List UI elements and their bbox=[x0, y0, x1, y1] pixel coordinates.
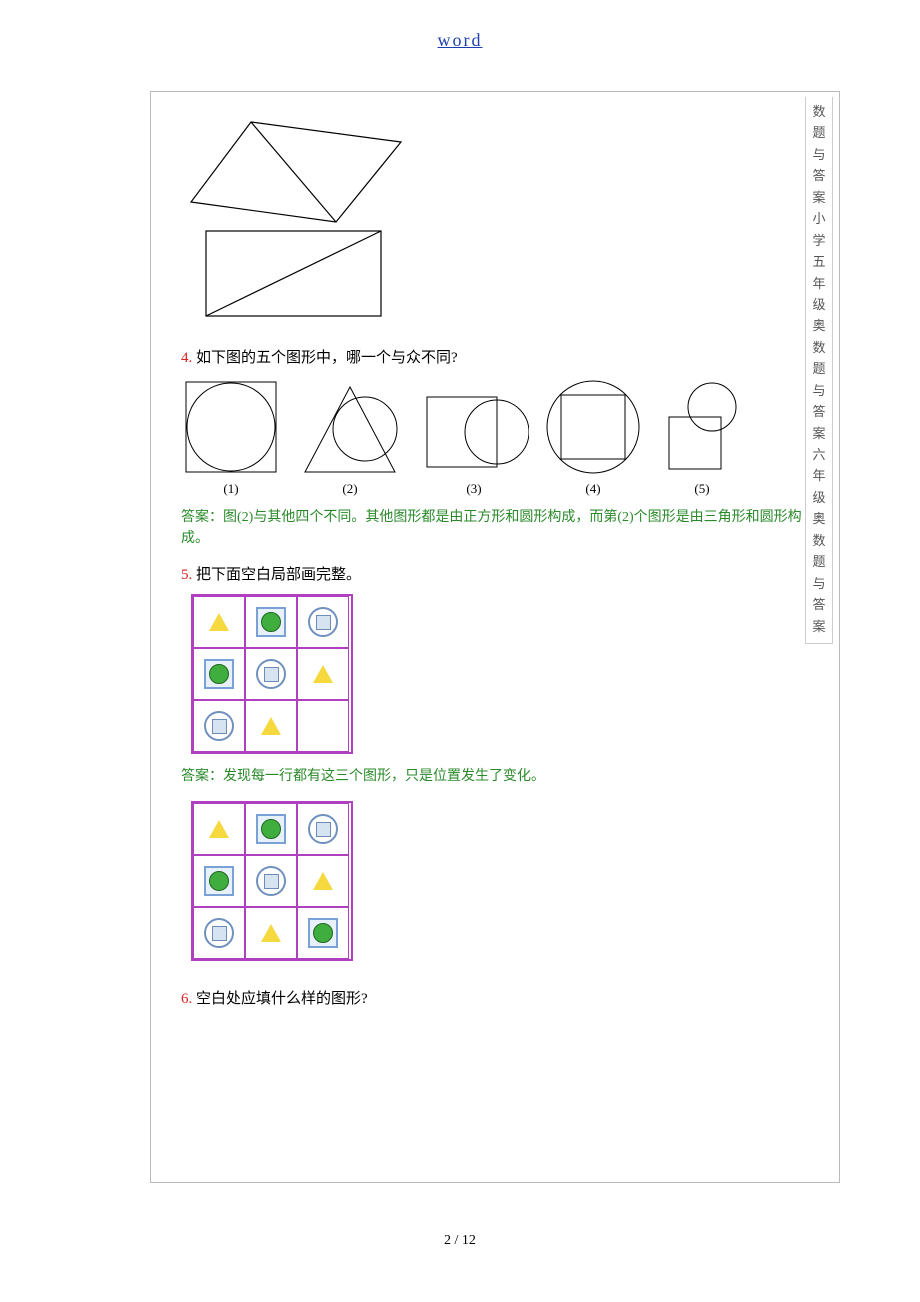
triangle-icon bbox=[209, 820, 229, 838]
q6-text: 空白处应填什么样的图形? bbox=[196, 991, 368, 1007]
circle-square-icon bbox=[308, 814, 338, 844]
q4-figure-row: (1) (2) (3) (4 bbox=[181, 377, 829, 497]
q4-label-3: (3) bbox=[419, 481, 529, 497]
square-circle-icon bbox=[204, 659, 234, 689]
square-half-circle-icon bbox=[419, 387, 529, 477]
header-word-link[interactable]: word bbox=[0, 30, 920, 51]
q5-number: 5. bbox=[181, 567, 192, 583]
triangle-icon bbox=[261, 717, 281, 735]
circle-over-square-icon bbox=[657, 377, 747, 477]
grid-cell bbox=[297, 855, 349, 907]
rectangle-diagonal-icon bbox=[201, 226, 391, 326]
q5-grid-complete bbox=[191, 801, 353, 961]
q4-fig-2: (2) bbox=[295, 377, 405, 497]
q4-label-1: (1) bbox=[181, 481, 281, 497]
q4-fig-5: (5) bbox=[657, 377, 747, 497]
grid-cell bbox=[245, 596, 297, 648]
question-5: 5. 把下面空白局部画完整。 bbox=[181, 563, 829, 584]
q4-label-4: (4) bbox=[543, 481, 643, 497]
grid-cell bbox=[245, 803, 297, 855]
grid-cell bbox=[245, 855, 297, 907]
grid-cell-blank bbox=[297, 700, 349, 752]
circle-square-icon bbox=[308, 607, 338, 637]
grid-cell bbox=[193, 803, 245, 855]
circle-inscribed-square-icon bbox=[543, 377, 643, 477]
grid-cell bbox=[297, 596, 349, 648]
question-4: 4. 如下图的五个图形中，哪一个与众不同? bbox=[181, 346, 829, 367]
q4-fig-3: (3) bbox=[419, 387, 529, 497]
q4-number: 4. bbox=[181, 350, 192, 366]
q4-fig-4: (4) bbox=[543, 377, 643, 497]
q4-fig-1: (1) bbox=[181, 377, 281, 497]
triangle-icon bbox=[313, 872, 333, 890]
figure-top-shapes bbox=[181, 112, 829, 326]
q4-text: 如下图的五个图形中，哪一个与众不同? bbox=[196, 350, 458, 366]
q4-label-5: (5) bbox=[657, 481, 747, 497]
q6-number: 6. bbox=[181, 991, 192, 1007]
question-6: 6. 空白处应填什么样的图形? bbox=[181, 987, 829, 1008]
parallelogram-icon bbox=[181, 112, 411, 232]
grid-cell bbox=[245, 648, 297, 700]
square-circle-icon bbox=[204, 866, 234, 896]
grid-cell bbox=[297, 648, 349, 700]
triangle-circle-icon bbox=[295, 377, 405, 477]
grid-cell bbox=[245, 700, 297, 752]
circle-square-icon bbox=[256, 659, 286, 689]
q4-label-2: (2) bbox=[295, 481, 405, 497]
square-circle-icon bbox=[308, 918, 338, 948]
content-frame: 数题与答案小学五年级奥数题与答案六年级奥数题与答案 4. 如下图的五个图形中，哪… bbox=[150, 91, 840, 1183]
q5-answer: 答案：发现每一行都有这三个图形，只是位置发生了变化。 bbox=[181, 766, 809, 787]
grid-cell bbox=[193, 648, 245, 700]
grid-cell bbox=[297, 907, 349, 959]
q5-text: 把下面空白局部画完整。 bbox=[196, 567, 361, 583]
triangle-icon bbox=[209, 613, 229, 631]
circle-square-icon bbox=[204, 918, 234, 948]
square-circle-icon bbox=[256, 814, 286, 844]
grid-cell bbox=[193, 596, 245, 648]
grid-cell bbox=[193, 855, 245, 907]
circle-square-icon bbox=[204, 711, 234, 741]
grid-cell bbox=[193, 700, 245, 752]
q5-grid-incomplete bbox=[191, 594, 353, 754]
grid-cell bbox=[193, 907, 245, 959]
triangle-icon bbox=[261, 924, 281, 942]
square-circle-icon bbox=[256, 607, 286, 637]
triangle-icon bbox=[313, 665, 333, 683]
grid-cell bbox=[245, 907, 297, 959]
q4-answer: 答案：图(2)与其他四个不同。其他图形都是由正方形和圆形构成，而第(2)个图形是… bbox=[181, 507, 809, 549]
sidebar-vertical-text: 数题与答案小学五年级奥数题与答案六年级奥数题与答案 bbox=[805, 97, 833, 644]
page-footer: 2 / 12 bbox=[0, 1233, 920, 1249]
square-inscribed-circle-icon bbox=[181, 377, 281, 477]
grid-cell bbox=[297, 803, 349, 855]
circle-square-icon bbox=[256, 866, 286, 896]
